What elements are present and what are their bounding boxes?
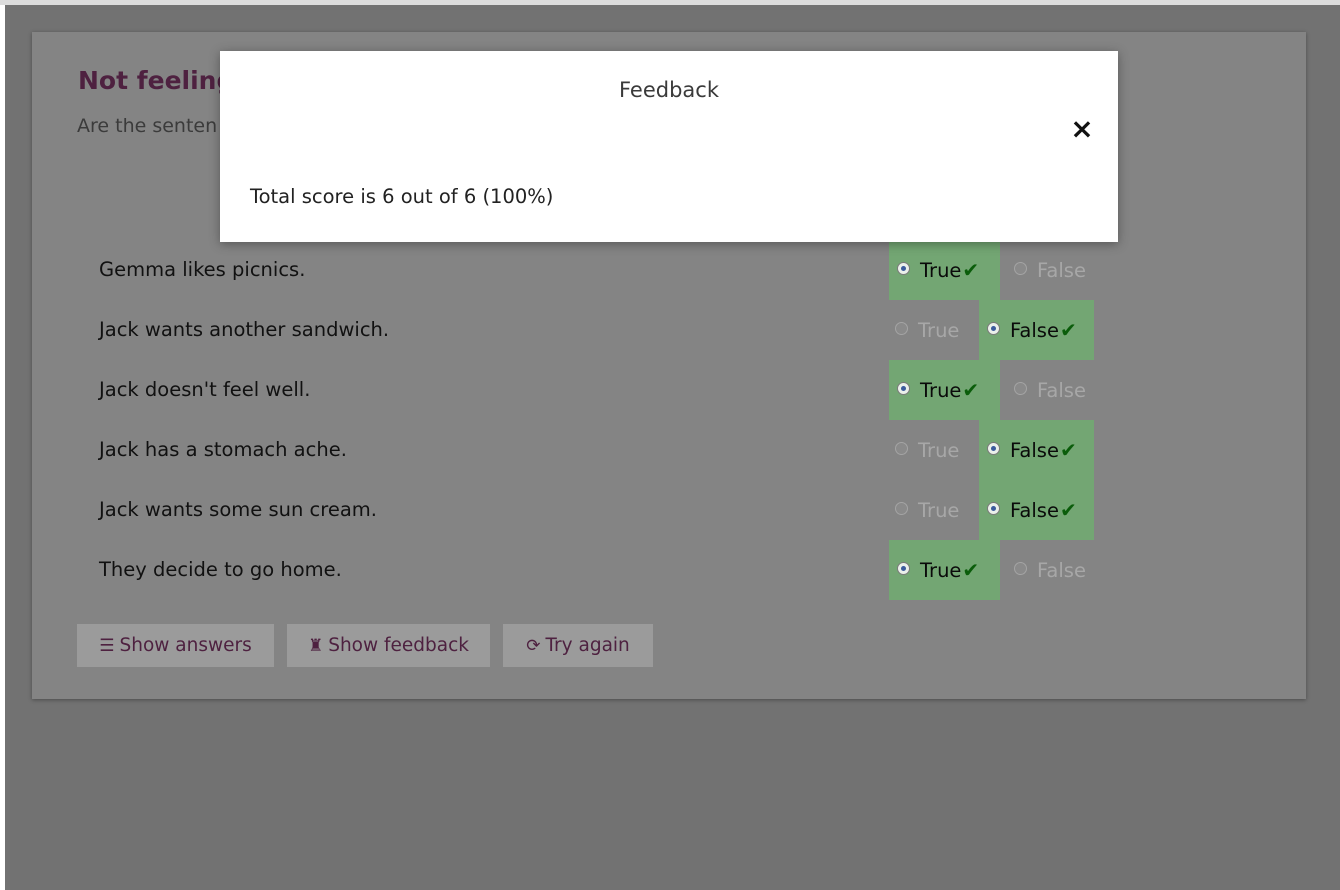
false-option[interactable]: False bbox=[1000, 240, 1100, 300]
statement-text: Gemma likes picnics. bbox=[99, 258, 306, 281]
radio-button[interactable] bbox=[897, 381, 910, 395]
false-option[interactable]: False bbox=[1000, 360, 1100, 420]
true-label: True bbox=[918, 438, 960, 462]
radio-button[interactable] bbox=[895, 441, 908, 455]
true-option[interactable]: True ✔ bbox=[889, 540, 1000, 600]
feedback-dialog: Feedback × Total score is 6 out of 6 (10… bbox=[220, 51, 1118, 242]
show-feedback-label: Show feedback bbox=[328, 635, 470, 656]
close-icon[interactable]: × bbox=[1068, 114, 1096, 144]
radio-button[interactable] bbox=[987, 321, 1000, 335]
statement-row: They decide to go home. True ✔ False bbox=[32, 540, 1306, 600]
statement-text: Jack wants another sandwich. bbox=[99, 318, 390, 341]
statement-row: Jack doesn't feel well. True ✔ False bbox=[32, 360, 1306, 420]
try-again-button[interactable]: ⟳ Try again bbox=[503, 624, 653, 667]
radio-button[interactable] bbox=[897, 261, 910, 275]
true-label: True bbox=[918, 318, 960, 342]
true-option[interactable]: True ✔ bbox=[889, 360, 1000, 420]
true-option[interactable]: True bbox=[889, 300, 979, 360]
false-option[interactable]: False ✔ bbox=[979, 480, 1094, 540]
false-label: False bbox=[1010, 438, 1059, 462]
false-label: False bbox=[1010, 498, 1059, 522]
true-option[interactable]: True bbox=[889, 420, 979, 480]
checkmark-icon: ✔ bbox=[1059, 318, 1077, 342]
true-option[interactable]: True ✔ bbox=[889, 240, 1000, 300]
rook-icon: ♜ bbox=[307, 635, 324, 656]
false-label: False bbox=[1037, 378, 1086, 402]
radio-button[interactable] bbox=[987, 501, 1000, 515]
show-feedback-button[interactable]: ♜ Show feedback bbox=[287, 624, 490, 667]
activity-instructions: Are the senten bbox=[77, 115, 218, 137]
statement-row: Jack wants some sun cream. True False ✔ bbox=[32, 480, 1306, 540]
dialog-title: Feedback bbox=[618, 78, 719, 102]
statement-text: They decide to go home. bbox=[99, 558, 342, 581]
statement-row: Gemma likes picnics. True ✔ False bbox=[32, 240, 1306, 300]
true-option[interactable]: True bbox=[889, 480, 979, 540]
statement-text: Jack doesn't feel well. bbox=[99, 378, 311, 401]
false-option[interactable]: False ✔ bbox=[979, 420, 1094, 480]
radio-button[interactable] bbox=[987, 441, 1000, 455]
refresh-icon: ⟳ bbox=[526, 635, 541, 656]
radio-button[interactable] bbox=[895, 501, 908, 515]
checkmark-icon: ✔ bbox=[962, 558, 980, 582]
true-label: True bbox=[920, 558, 962, 582]
list-icon: ☰ bbox=[99, 635, 115, 656]
radio-button[interactable] bbox=[1014, 561, 1027, 575]
false-label: False bbox=[1037, 258, 1086, 282]
false-label: False bbox=[1010, 318, 1059, 342]
checkmark-icon: ✔ bbox=[1059, 498, 1077, 522]
checkmark-icon: ✔ bbox=[962, 258, 980, 282]
activity-title: Not feeling bbox=[78, 66, 235, 95]
statement-text: Jack has a stomach ache. bbox=[99, 438, 347, 461]
score-text: Total score is 6 out of 6 (100%) bbox=[250, 185, 554, 208]
try-again-label: Try again bbox=[545, 635, 630, 656]
true-label: True bbox=[920, 258, 962, 282]
show-answers-button[interactable]: ☰ Show answers bbox=[77, 624, 274, 667]
checkmark-icon: ✔ bbox=[962, 378, 980, 402]
true-label: True bbox=[920, 378, 962, 402]
radio-button[interactable] bbox=[1014, 261, 1027, 275]
false-option[interactable]: False ✔ bbox=[979, 300, 1094, 360]
false-option[interactable]: False bbox=[1000, 540, 1100, 600]
radio-button[interactable] bbox=[895, 321, 908, 335]
statement-row: Jack wants another sandwich. True False ✔ bbox=[32, 300, 1306, 360]
statement-text: Jack wants some sun cream. bbox=[99, 498, 377, 521]
checkmark-icon: ✔ bbox=[1059, 438, 1077, 462]
radio-button[interactable] bbox=[1014, 381, 1027, 395]
radio-button[interactable] bbox=[897, 561, 910, 575]
false-label: False bbox=[1037, 558, 1086, 582]
show-answers-label: Show answers bbox=[119, 635, 252, 656]
true-label: True bbox=[918, 498, 960, 522]
statement-row: Jack has a stomach ache. True False ✔ bbox=[32, 420, 1306, 480]
